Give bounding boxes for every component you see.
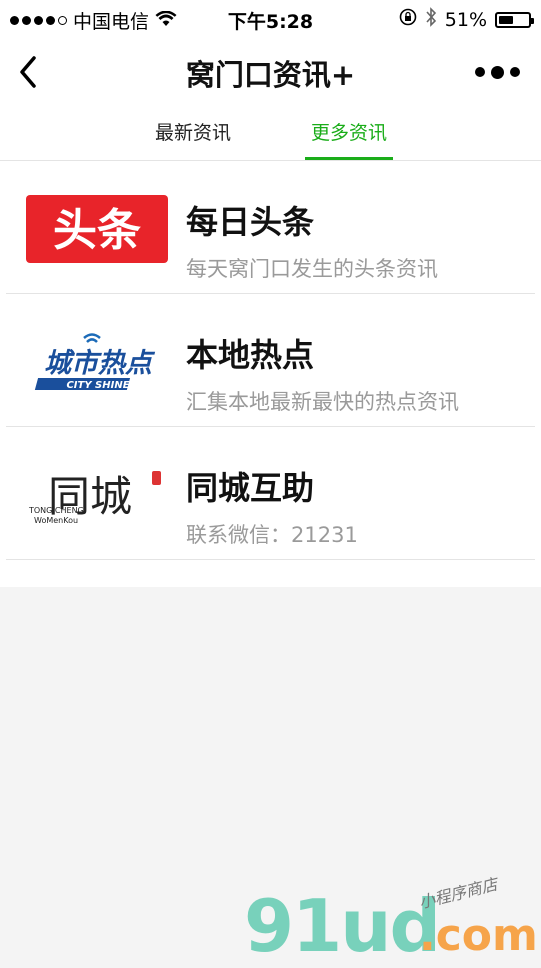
item-title: 同城互助 — [186, 469, 315, 507]
news-source-list: 头条 每日头条 每天窝门口发生的头条资讯 城市热点 CITY SHINE 本地热… — [0, 161, 541, 587]
svg-text:城市热点: 城市热点 — [44, 348, 156, 379]
battery-icon — [495, 11, 534, 28]
list-item[interactable]: 同城 TONG CHENG WoMenKou 同城互助 联系微信：21231 — [0, 427, 541, 560]
watermark-logo: 91ud .com 小程序商店 — [244, 874, 538, 968]
page-title: 窝门口资讯+ — [185, 58, 356, 92]
item-description: 每天窝门口发生的头条资讯 — [186, 257, 438, 281]
status-bar: 中国电信 下午5:28 51% — [0, 0, 541, 36]
more-button[interactable] — [467, 60, 527, 84]
navigation-bar: 窝门口资讯+ — [0, 36, 541, 108]
item-description: 汇集本地最新最快的热点资讯 — [186, 390, 459, 414]
more-dots-icon — [474, 67, 485, 77]
battery-percent: 51% — [444, 8, 487, 31]
bluetooth-icon — [425, 7, 437, 32]
orientation-lock-icon — [399, 8, 417, 31]
tab-more-news[interactable]: 更多资讯 — [305, 108, 393, 160]
list-item[interactable]: 城市热点 CITY SHINE 本地热点 汇集本地最新最快的热点资讯 — [0, 294, 541, 427]
tab-latest-news[interactable]: 最新资讯 — [140, 108, 246, 160]
toutiao-logo: 头条 — [26, 193, 170, 265]
tongcheng-logo: 同城 TONG CHENG WoMenKou — [26, 459, 170, 531]
item-description: 联系微信：21231 — [186, 523, 358, 547]
list-item[interactable]: 头条 每日头条 每天窝门口发生的头条资讯 — [0, 161, 541, 294]
item-title: 每日头条 — [186, 203, 315, 241]
svg-text:WoMenKou: WoMenKou — [34, 516, 78, 525]
tab-bar: 最新资讯 更多资讯 — [0, 108, 541, 161]
svg-text:CITY SHINE: CITY SHINE — [66, 380, 129, 391]
svg-text:TONG CHENG: TONG CHENG — [28, 506, 84, 515]
city-hotspot-logo: 城市热点 CITY SHINE — [26, 326, 170, 398]
svg-text:头条: 头条 — [53, 205, 141, 256]
item-title: 本地热点 — [186, 336, 315, 374]
divider — [6, 559, 535, 560]
